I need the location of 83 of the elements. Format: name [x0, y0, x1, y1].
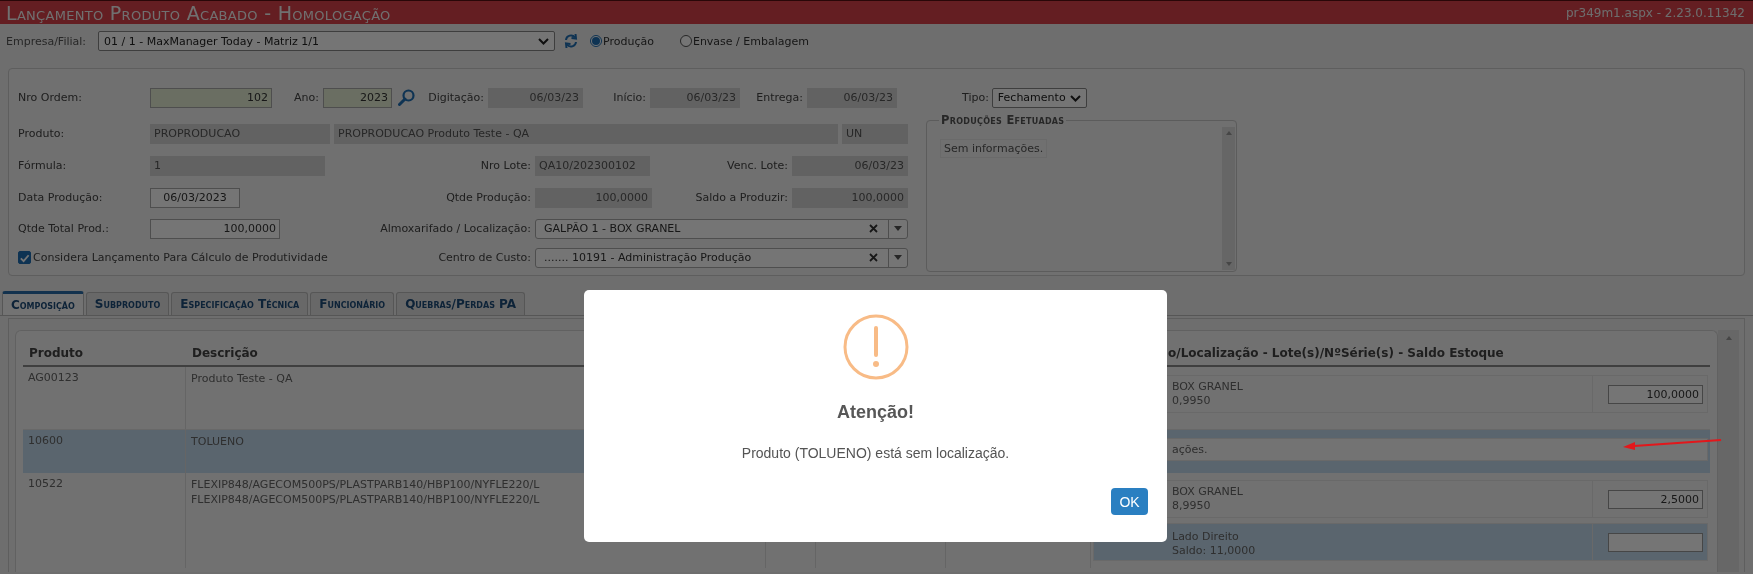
- checkbox-label[interactable]: Considera Lançamento Para Cálculo de Produtividade: [33, 251, 328, 264]
- chevron-icon: [1069, 93, 1081, 102]
- column-header: Produto: [29, 345, 84, 360]
- quantity-field[interactable]: 100,0000: [1608, 384, 1703, 404]
- field-label: Centro de Custo:: [438, 251, 531, 264]
- text-field[interactable]: PROPRODUCAO: [150, 123, 330, 144]
- column-header: Descrição: [192, 345, 258, 360]
- balance-text: 8,9950: [1172, 499, 1212, 513]
- table-cell: TOLUENO: [191, 435, 244, 448]
- field-label: Digitação:: [428, 91, 484, 104]
- tab[interactable]: Composição: [2, 291, 84, 315]
- clear-icon[interactable]: [869, 224, 878, 233]
- text-field[interactable]: 06/03/2023: [150, 187, 240, 208]
- text-field[interactable]: 100,0000: [535, 187, 652, 208]
- text-field[interactable]: 06/03/23: [807, 87, 897, 108]
- text-field[interactable]: UN: [842, 123, 908, 144]
- caret-icon: [894, 255, 902, 260]
- field-label: Produto:: [18, 127, 65, 140]
- stock-entry[interactable]: Lado Direito Saldo: 11,0000: [1093, 523, 1708, 561]
- table-cell: FLEXIP848/AGECOM500PS/PLASTPARB140/HBP100/NYFLE220/L FLEXIP848/AGECOM500PS/PLASTPARB140/HBP100/NYFLE220/L: [191, 478, 540, 506]
- field-label: Qtde Total Prod.:: [18, 222, 110, 235]
- ok-button[interactable]: OK: [1111, 488, 1148, 515]
- table-cell: 10522: [28, 477, 63, 490]
- text-field[interactable]: PROPRODUCAO Produto Teste - QA: [334, 123, 838, 144]
- field-label: Entrega:: [756, 91, 803, 104]
- column-header: o/Localização - Lote(s)/NºSérie(s) - Saldo Estoque: [1168, 345, 1504, 360]
- checkbox[interactable]: [18, 251, 31, 264]
- dialog-message: Produto (TOLUENO) está sem localização.: [741, 444, 1010, 462]
- radio-label[interactable]: Envase / Embalagem: [692, 34, 809, 48]
- type-select[interactable]: Fechamento: [991, 87, 1087, 108]
- field-label: Empresa/Filial:: [6, 34, 88, 48]
- field-label: Ano:: [294, 91, 319, 104]
- balance-text: 0,9950: [1172, 394, 1212, 408]
- field-label: Qtde Produção:: [446, 191, 531, 204]
- caret-icon: [894, 226, 902, 231]
- table-cell: Produto Teste - QA: [191, 372, 293, 385]
- text-field[interactable]: 1: [150, 155, 325, 176]
- field-label: Data Produção:: [18, 191, 103, 204]
- chevron-icon: [538, 37, 549, 45]
- scrollbar[interactable]: [1718, 330, 1739, 572]
- location-text: Lado Direito: [1172, 530, 1240, 544]
- table-cell: 10600: [28, 434, 63, 447]
- field-label: Nro Ordem:: [18, 91, 82, 104]
- tab[interactable]: Funcionário: [310, 292, 395, 315]
- location-text: BOX GRANEL: [1172, 485, 1244, 499]
- dialog-title: Atenção!: [837, 401, 914, 424]
- text-field[interactable]: 06/03/23: [488, 87, 583, 108]
- clear-icon[interactable]: [869, 253, 878, 262]
- text-field[interactable]: 06/03/23: [650, 87, 740, 108]
- field-label: Nro Lote:: [480, 159, 531, 172]
- text-field[interactable]: 100,0000: [792, 187, 908, 208]
- field-label: Fórmula:: [18, 159, 67, 172]
- search-icon[interactable]: [398, 89, 415, 106]
- dropdown[interactable]: GALPÃO 1 - BOX GRANEL: [535, 218, 908, 239]
- field-label: Início:: [613, 91, 646, 104]
- refresh-icon[interactable]: [563, 33, 579, 49]
- text-field[interactable]: QA10/202300102: [535, 155, 650, 176]
- dropdown[interactable]: ....... 10191 - Administração Produção: [535, 247, 908, 268]
- text-field[interactable]: 100,0000: [150, 218, 280, 239]
- page-title: Lançamento Produto Acabado - Homologação: [6, 1, 391, 24]
- location-text: BOX GRANEL: [1172, 380, 1244, 394]
- field-label: Tipo:: [962, 91, 989, 104]
- balance-text: Saldo: 11,0000: [1172, 544, 1257, 558]
- tab[interactable]: Quebras/Perdas PA: [396, 292, 526, 315]
- version-label: pr349m1.aspx - 2.23.0.11342: [1565, 5, 1745, 20]
- quantity-field[interactable]: 2,5000: [1608, 489, 1703, 509]
- tab[interactable]: Subproduto: [85, 292, 170, 315]
- empty-message: Sem informações.: [940, 139, 1048, 158]
- radio-label[interactable]: Produção: [603, 34, 654, 48]
- tab[interactable]: Especificação Técnica: [171, 292, 309, 315]
- field-label: Venc. Lote:: [727, 159, 788, 172]
- radio-button[interactable]: [679, 35, 692, 47]
- scrollbar[interactable]: [1222, 127, 1235, 270]
- field-label: Saldo a Produzir:: [695, 191, 788, 204]
- table-cell: AG00123: [28, 371, 79, 384]
- field-label: Almoxarifado / Localização:: [380, 222, 531, 235]
- text-field[interactable]: 102: [150, 87, 272, 108]
- panel-legend: Produções Efetuadas: [939, 113, 1067, 127]
- company-select[interactable]: 01 / 1 - MaxManager Today - Matriz 1/1: [98, 31, 555, 51]
- text-field[interactable]: 2023: [323, 87, 392, 108]
- radio-button[interactable]: [590, 35, 602, 47]
- quantity-field[interactable]: [1608, 532, 1703, 552]
- text-field[interactable]: 06/03/23: [792, 155, 908, 176]
